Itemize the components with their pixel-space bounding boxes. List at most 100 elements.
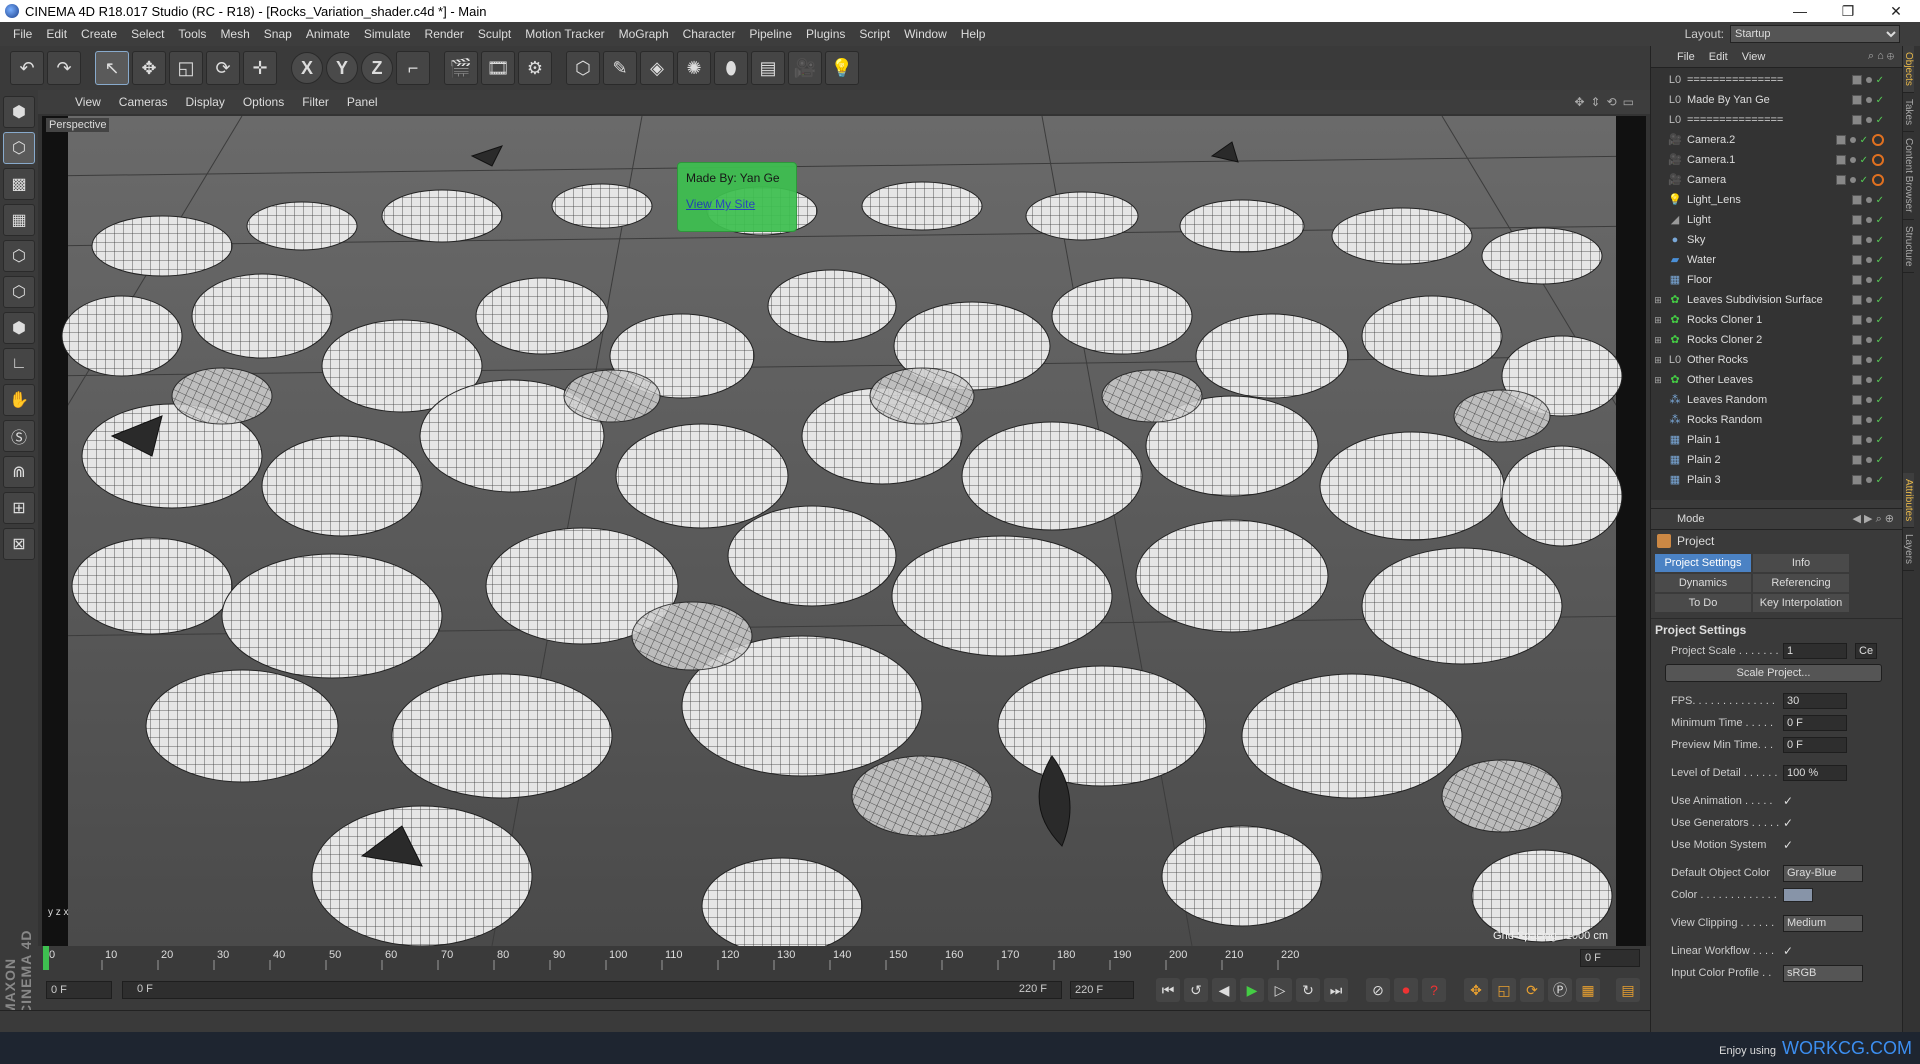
menu-motion-tracker[interactable]: Motion Tracker: [518, 27, 611, 41]
floor-icon[interactable]: ▤: [751, 51, 785, 85]
protection-tag-icon[interactable]: [1872, 134, 1884, 146]
make-editable-icon[interactable]: ⬢: [3, 96, 35, 128]
enabled-check-icon[interactable]: ✓: [1876, 355, 1884, 366]
enabled-check-icon[interactable]: ✓: [1876, 75, 1884, 86]
menu-simulate[interactable]: Simulate: [357, 27, 418, 41]
tab-to-do[interactable]: To Do: [1655, 594, 1751, 612]
layer-checkbox[interactable]: [1851, 375, 1862, 385]
om-menu-file[interactable]: File: [1677, 51, 1695, 63]
object-row[interactable]: ▦ Plain 1 ✓: [1651, 430, 1902, 450]
light-icon[interactable]: 💡: [825, 51, 859, 85]
y-axis-lock-button[interactable]: Y: [326, 52, 358, 84]
object-row[interactable]: L0 =============== ✓: [1651, 110, 1902, 130]
object-row[interactable]: 🎥 Camera.1 ✓: [1651, 150, 1902, 170]
visibility-dot[interactable]: [1865, 397, 1872, 403]
key-pla-icon[interactable]: ▦: [1576, 978, 1600, 1002]
tweak-mode-icon[interactable]: ✋: [3, 384, 35, 416]
enabled-check-icon[interactable]: ✓: [1860, 175, 1868, 186]
visibility-dot[interactable]: [1865, 377, 1872, 383]
layer-checkbox[interactable]: [1851, 415, 1862, 425]
level-of-detail-field[interactable]: 100 %: [1783, 765, 1847, 781]
layer-checkbox[interactable]: [1851, 455, 1862, 465]
side-tab-layers[interactable]: Layers: [1903, 528, 1914, 572]
protection-tag-icon[interactable]: [1872, 154, 1884, 166]
visibility-dot[interactable]: [1865, 477, 1872, 483]
menu-character[interactable]: Character: [676, 27, 743, 41]
layer-checkbox[interactable]: [1851, 355, 1862, 365]
pen-spline-icon[interactable]: ✎: [603, 51, 637, 85]
enabled-check-icon[interactable]: ✓: [1876, 455, 1884, 466]
points-mode-icon[interactable]: ⬡: [3, 240, 35, 272]
expand-toggle-icon[interactable]: ⊞: [1651, 335, 1665, 346]
visibility-dot[interactable]: [1849, 137, 1856, 143]
layer-checkbox[interactable]: [1851, 215, 1862, 225]
go-to-start-icon[interactable]: ⏮: [1156, 978, 1180, 1002]
menu-tools[interactable]: Tools: [171, 27, 213, 41]
object-row[interactable]: ⊞ ✿ Other Leaves ✓: [1651, 370, 1902, 390]
enabled-check-icon[interactable]: ✓: [1876, 475, 1884, 486]
side-tab-structure[interactable]: Structure: [1903, 220, 1914, 274]
polygons-mode-icon[interactable]: ⬢: [3, 312, 35, 344]
visibility-dot[interactable]: [1865, 417, 1872, 423]
om-menu-edit[interactable]: Edit: [1709, 51, 1728, 63]
layer-checkbox[interactable]: [1835, 155, 1846, 165]
enabled-check-icon[interactable]: ✓: [1876, 195, 1884, 206]
menu-window[interactable]: Window: [897, 27, 954, 41]
enabled-check-icon[interactable]: ✓: [1876, 395, 1884, 406]
object-row[interactable]: ▦ Plain 3 ✓: [1651, 470, 1902, 490]
object-row[interactable]: 🎥 Camera ✓: [1651, 170, 1902, 190]
view-site-link[interactable]: View My Site: [686, 197, 788, 211]
expand-toggle-icon[interactable]: ⊞: [1651, 375, 1665, 386]
camera-icon[interactable]: 🎥: [788, 51, 822, 85]
menu-file[interactable]: File: [6, 27, 39, 41]
viewport-menu-cameras[interactable]: Cameras: [110, 95, 177, 109]
layer-checkbox[interactable]: [1835, 175, 1846, 185]
solo-mode-icon[interactable]: Ⓢ: [3, 420, 35, 452]
enabled-check-icon[interactable]: ✓: [1860, 155, 1868, 166]
undo-icon[interactable]: ↶: [10, 51, 44, 85]
am-menu-mode[interactable]: Mode: [1677, 513, 1705, 525]
tab-key-interpolation[interactable]: Key Interpolation: [1753, 594, 1849, 612]
default-object-color-dropdown[interactable]: Gray-Blue: [1783, 864, 1863, 882]
layout-select[interactable]: Startup: [1730, 25, 1900, 43]
visibility-dot[interactable]: [1865, 77, 1872, 83]
side-tab-content-browser[interactable]: Content Browser: [1903, 132, 1914, 220]
visibility-dot[interactable]: [1865, 97, 1872, 103]
texture-mode-icon[interactable]: ▩: [3, 168, 35, 200]
enabled-check-icon[interactable]: ✓: [1876, 435, 1884, 446]
enabled-check-icon[interactable]: ✓: [1876, 95, 1884, 106]
menu-mesh[interactable]: Mesh: [213, 27, 256, 41]
om-search-icon[interactable]: ⌕ ⌂ ⊕: [1868, 50, 1894, 63]
prev-frame-icon[interactable]: ◀: [1212, 978, 1236, 1002]
go-to-end-icon[interactable]: ⏭: [1324, 978, 1348, 1002]
expand-toggle-icon[interactable]: ⊞: [1651, 295, 1665, 306]
visibility-dot[interactable]: [1865, 277, 1872, 283]
side-tab-attributes[interactable]: Attributes: [1903, 473, 1914, 529]
layer-checkbox[interactable]: [1851, 315, 1862, 325]
use-animation-checkbox[interactable]: ✓: [1783, 794, 1793, 808]
object-row[interactable]: ⊞ ✿ Leaves Subdivision Surface ✓: [1651, 290, 1902, 310]
live-selection-icon[interactable]: ↖: [95, 51, 129, 85]
object-row[interactable]: ● Sky ✓: [1651, 230, 1902, 250]
z-axis-lock-button[interactable]: Z: [361, 52, 393, 84]
tab-referencing[interactable]: Referencing: [1753, 574, 1849, 592]
layer-checkbox[interactable]: [1851, 475, 1862, 485]
object-row[interactable]: 🎥 Camera.2 ✓: [1651, 130, 1902, 150]
menu-render[interactable]: Render: [418, 27, 471, 41]
object-row[interactable]: ▰ Water ✓: [1651, 250, 1902, 270]
project-scale-unit[interactable]: Ce: [1855, 643, 1877, 659]
move-icon[interactable]: ✥: [132, 51, 166, 85]
object-row[interactable]: ⊞ ✿ Rocks Cloner 2 ✓: [1651, 330, 1902, 350]
layer-checkbox[interactable]: [1851, 75, 1862, 85]
object-row[interactable]: ◢ Light ✓: [1651, 210, 1902, 230]
soft-selection-icon[interactable]: ⊠: [3, 528, 35, 560]
menu-script[interactable]: Script: [852, 27, 897, 41]
visibility-dot[interactable]: [1865, 117, 1872, 123]
visibility-dot[interactable]: [1865, 257, 1872, 263]
render-settings-icon[interactable]: ⚙: [518, 51, 552, 85]
am-nav-icons[interactable]: ◀ ▶ ⌕ ⊕: [1853, 512, 1894, 526]
viewport-menu-view[interactable]: View: [66, 95, 110, 109]
layer-checkbox[interactable]: [1851, 115, 1862, 125]
minimize-button[interactable]: —: [1776, 3, 1824, 20]
key-scale-icon[interactable]: ◱: [1492, 978, 1516, 1002]
